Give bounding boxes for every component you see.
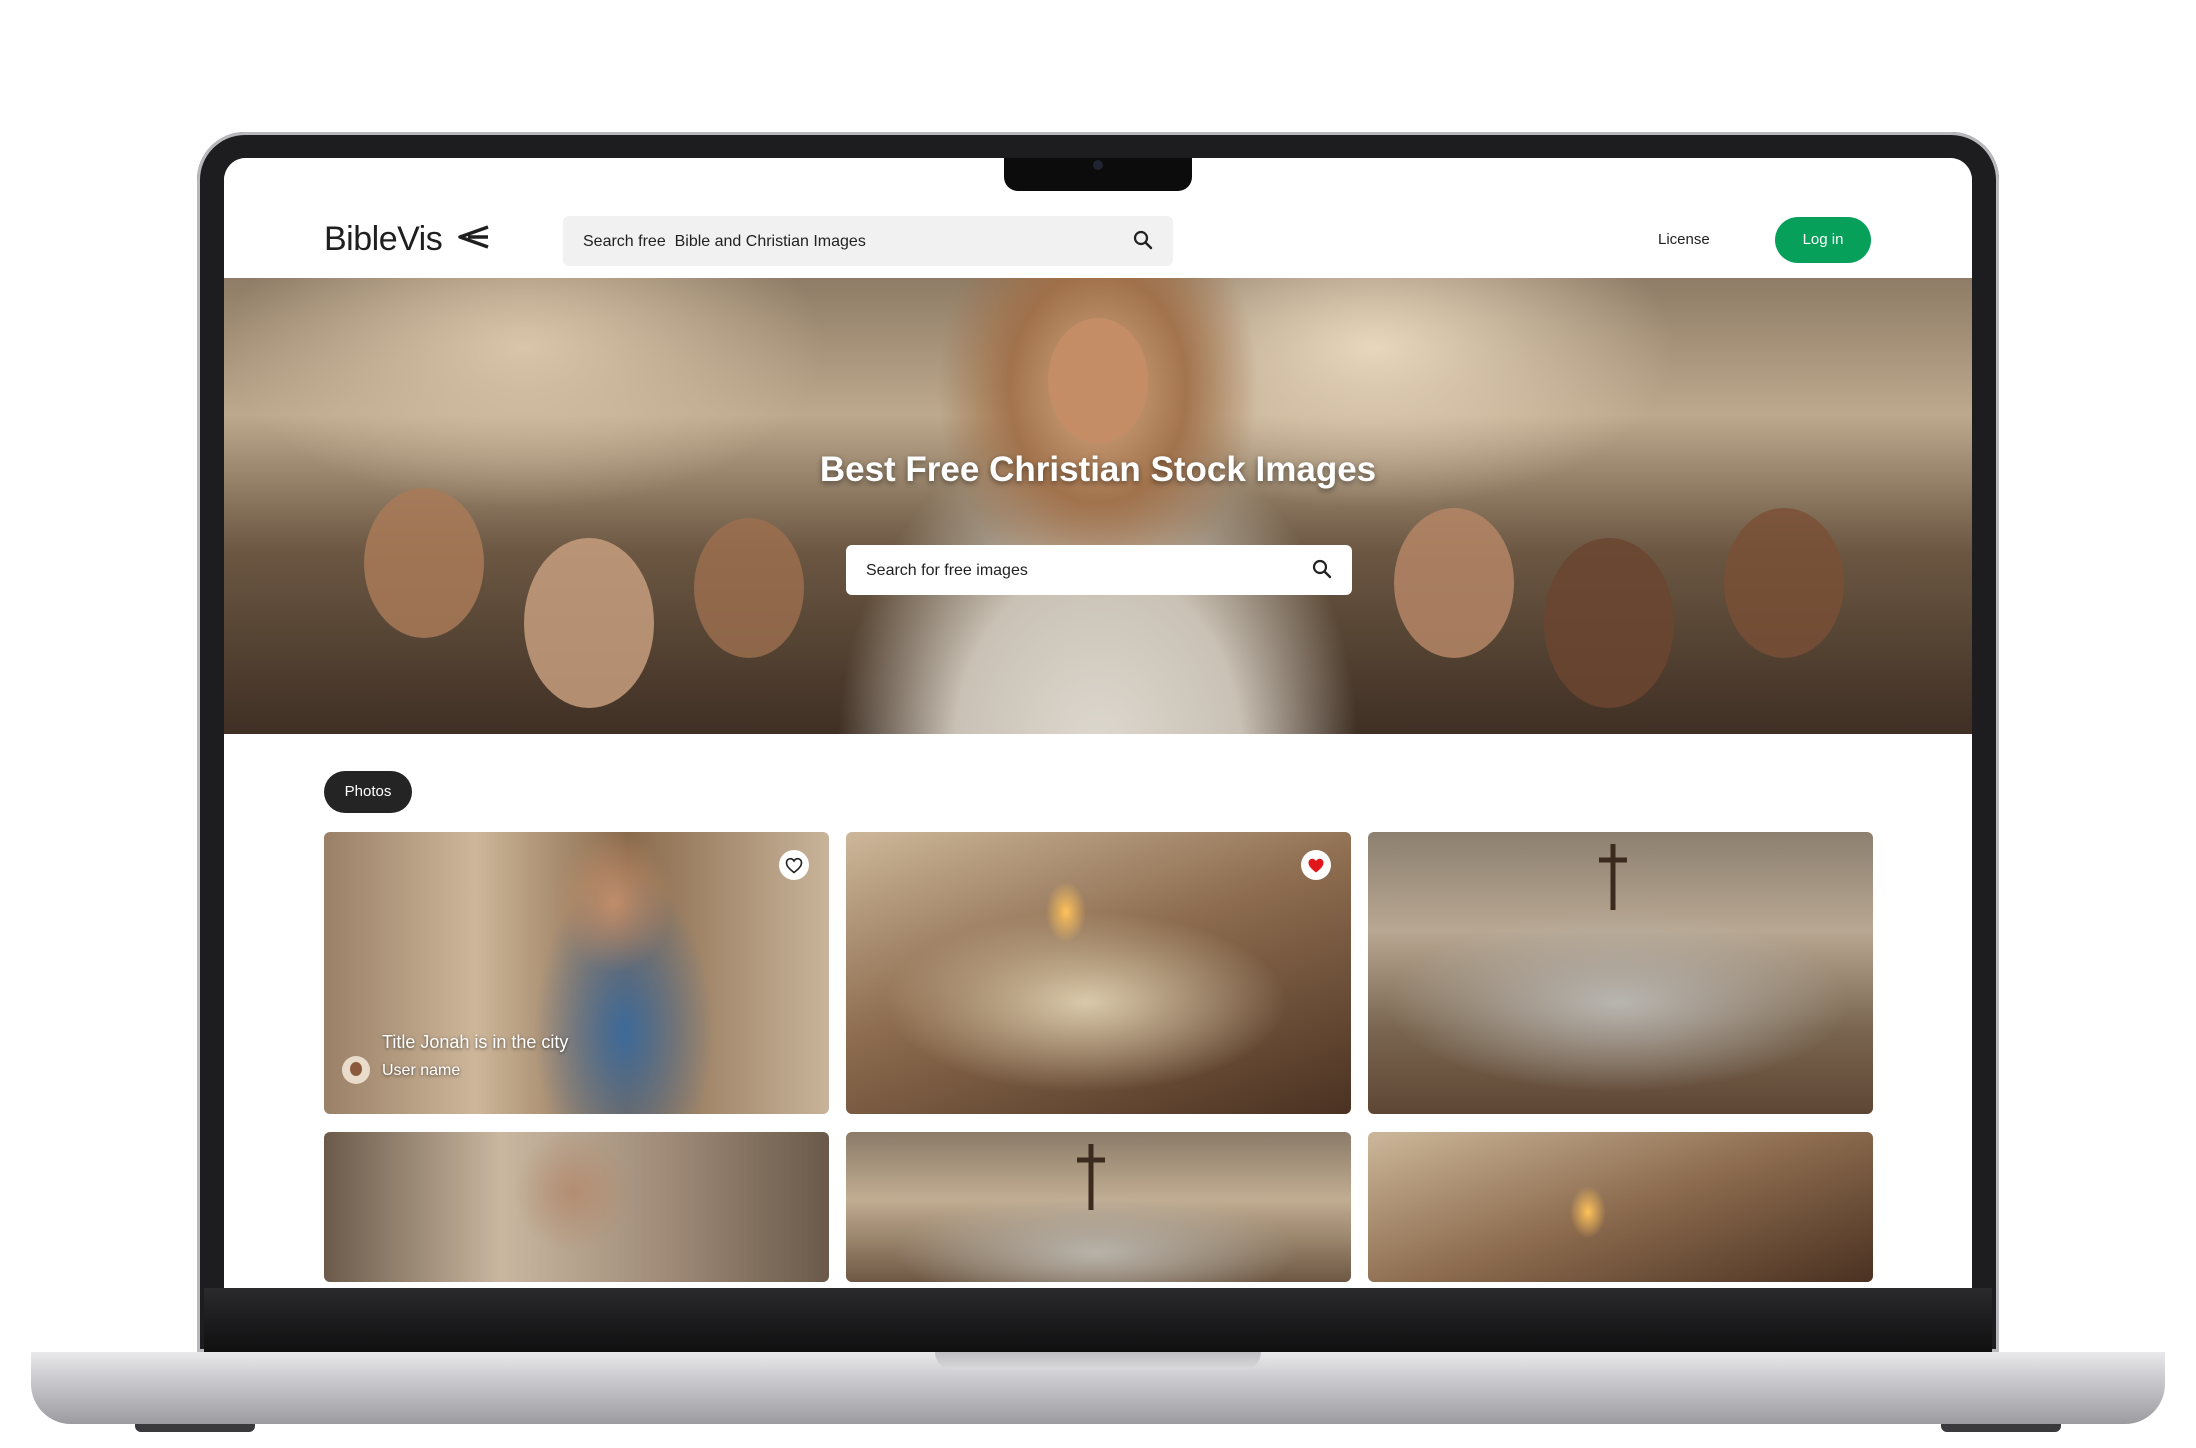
hero-banner: Best Free Christian Stock Images (224, 278, 1972, 734)
like-button[interactable] (1301, 850, 1331, 880)
header-search-input[interactable] (581, 216, 1105, 268)
image-card[interactable] (1368, 1132, 1873, 1282)
search-icon[interactable] (1312, 559, 1332, 579)
heart-outline-icon (785, 857, 803, 874)
hero-search-bar (846, 545, 1352, 597)
hero-figure (1724, 508, 1844, 658)
cross-icon (1077, 1144, 1105, 1210)
site-logo[interactable]: BibleVis (324, 220, 443, 259)
avatar[interactable] (342, 1056, 370, 1084)
hero-figure (364, 488, 484, 638)
hero-figure (524, 538, 654, 708)
hero-figure (694, 518, 804, 658)
image-card[interactable] (324, 1132, 829, 1282)
hero-search-input[interactable] (864, 545, 1288, 597)
image-card[interactable] (1368, 832, 1873, 1114)
logo-mark-icon (458, 225, 489, 249)
laptop-opening-notch (935, 1352, 1261, 1370)
image-card[interactable] (846, 832, 1351, 1114)
hero-title: Best Free Christian Stock Images (819, 450, 1377, 489)
hero-figure (1394, 508, 1514, 658)
license-link[interactable]: License (1658, 231, 1710, 248)
hero-figure (1544, 538, 1674, 708)
laptop-bezel-bottom (204, 1288, 1992, 1352)
image-card[interactable] (846, 1132, 1351, 1282)
card-user-name[interactable]: User name (382, 1062, 460, 1080)
search-icon[interactable] (1133, 230, 1153, 250)
heart-filled-icon (1308, 858, 1324, 873)
camera-lens (1093, 160, 1103, 170)
browser-screen: BibleVis License Log in Best Free Christ… (224, 158, 1972, 1288)
laptop-foot-right (1941, 1424, 2061, 1432)
cross-icon (1599, 844, 1627, 910)
hero-figure-center (1048, 318, 1148, 443)
image-card[interactable]: Title Jonah is in the city User name (324, 832, 829, 1114)
laptop-foot-left (135, 1424, 255, 1432)
login-button[interactable]: Log in (1775, 217, 1871, 263)
header-search-bar (563, 216, 1173, 268)
card-title: Title Jonah is in the city (382, 1032, 569, 1052)
tab-photos[interactable]: Photos (324, 771, 412, 813)
like-button[interactable] (779, 850, 809, 880)
